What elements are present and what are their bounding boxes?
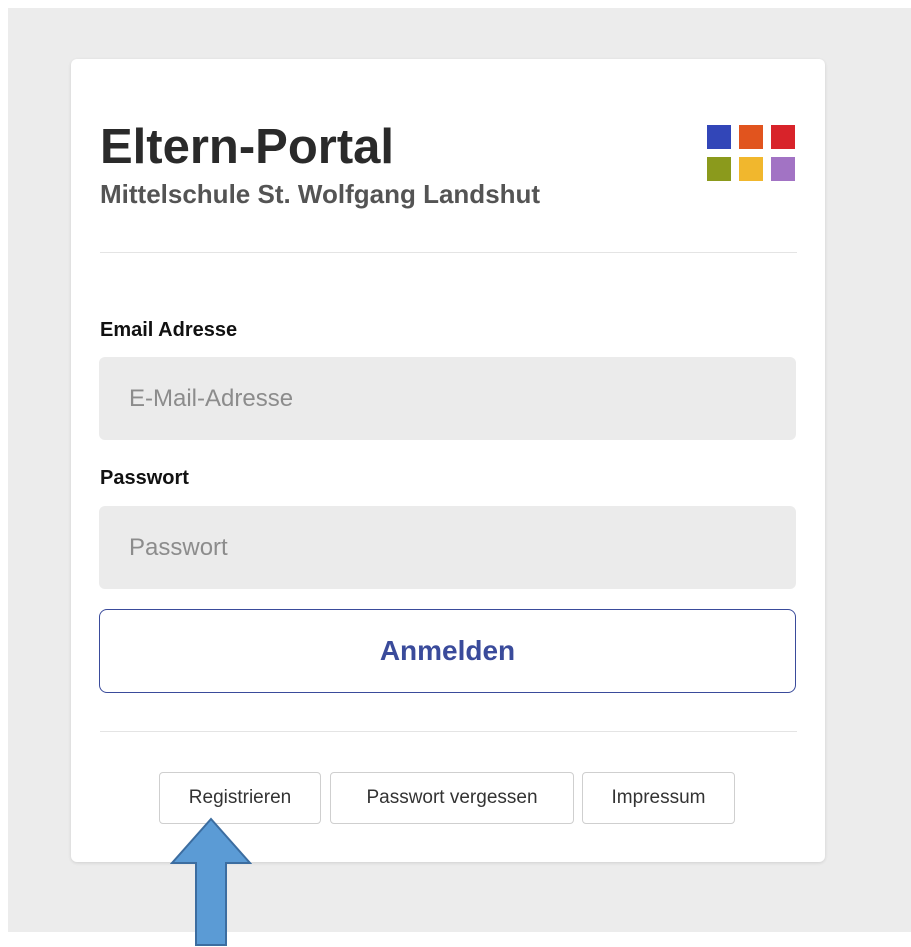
portal-title: Eltern-Portal [100, 120, 395, 174]
password-input[interactable] [99, 506, 796, 589]
imprint-button[interactable]: Impressum [582, 772, 735, 824]
logo-square-yellow [739, 157, 763, 181]
email-label: Email Adresse [100, 319, 238, 341]
email-input[interactable] [99, 357, 796, 440]
up-arrow-icon [170, 817, 252, 946]
header-divider [100, 252, 797, 253]
forgot-password-button[interactable]: Passwort vergessen [330, 772, 574, 824]
login-card: Eltern-Portal Mittelschule St. Wolfgang … [71, 59, 825, 862]
page-background: Eltern-Portal Mittelschule St. Wolfgang … [8, 8, 911, 932]
logo-square-purple [771, 157, 795, 181]
school-name: Mittelschule St. Wolfgang Landshut [100, 179, 541, 209]
logo-square-orange [739, 125, 763, 149]
logo-square-olive [707, 157, 731, 181]
logo-square-blue [707, 125, 731, 149]
logo-square-red [771, 125, 795, 149]
login-button[interactable]: Anmelden [99, 609, 796, 693]
up-arrow-shape [170, 817, 252, 946]
footer-divider [100, 731, 797, 732]
school-logo-icon [707, 125, 795, 181]
password-label: Passwort [100, 467, 189, 489]
